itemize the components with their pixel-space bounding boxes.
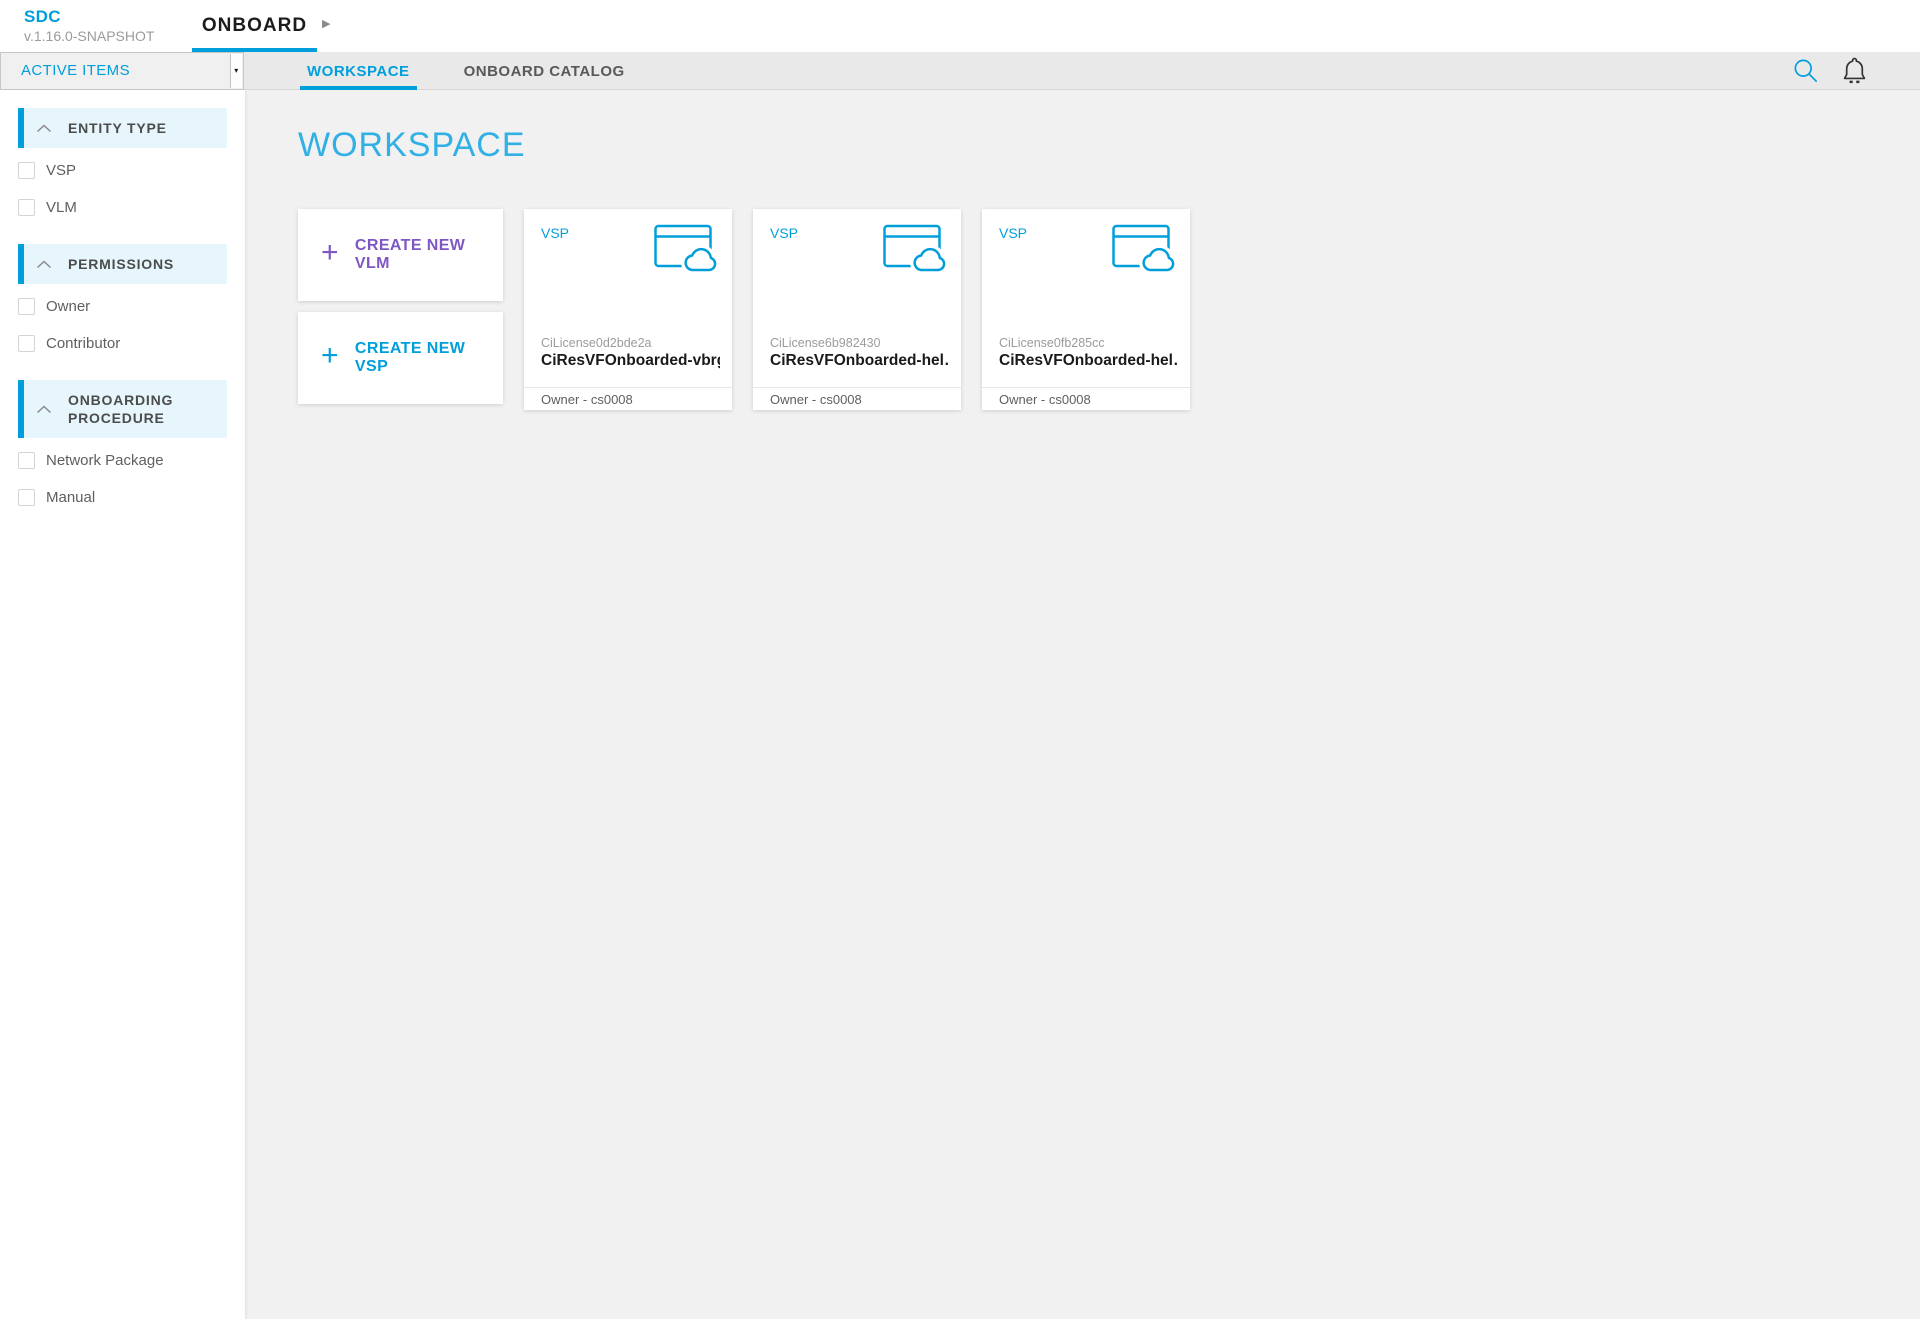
- vsp-name: CiResVFOnboarded-vbrg…: [541, 352, 720, 370]
- create-buttons-column: + CREATE NEW VLM + CREATE NEW VSP: [298, 209, 503, 404]
- filter-section-header-permissions[interactable]: PERMISSIONS: [18, 244, 227, 284]
- filter-checkbox-network-package[interactable]: Network Package: [18, 442, 227, 479]
- tab-active-underline: [192, 48, 317, 52]
- vsp-cloud-icon: [883, 222, 947, 274]
- create-new-vsp-button[interactable]: + CREATE NEW VSP: [298, 312, 503, 404]
- entity-type-badge: VSP: [541, 222, 569, 274]
- filter-item-label: Owner: [46, 298, 90, 315]
- filter-checkbox-vsp[interactable]: VSP: [18, 152, 227, 189]
- filter-section-title: PERMISSIONS: [68, 255, 174, 273]
- filter-item-label: VLM: [46, 199, 77, 216]
- app-header: SDC v.1.16.0-SNAPSHOT ONBOARD ▶: [0, 0, 1920, 52]
- checkbox-unchecked[interactable]: [18, 335, 35, 352]
- active-items-dropdown[interactable]: ACTIVE ITEMS ▾: [0, 52, 244, 90]
- checkbox-unchecked[interactable]: [18, 162, 35, 179]
- filter-section-title: ENTITY TYPE: [68, 119, 167, 137]
- plus-icon: +: [321, 341, 339, 371]
- checkbox-unchecked[interactable]: [18, 298, 35, 315]
- create-vlm-label: CREATE NEW VLM: [355, 237, 503, 273]
- page-title: WORKSPACE: [298, 126, 1920, 165]
- vsp-license: CiLicense0d2bde2a: [541, 336, 720, 350]
- workspace-main: WORKSPACE + CREATE NEW VLM + CREATE NEW …: [245, 90, 1920, 1319]
- vsp-name: CiResVFOnboarded-hel…: [770, 352, 949, 370]
- vsp-license: CiLicense6b982430: [770, 336, 949, 350]
- vsp-card-header: VSP: [524, 209, 732, 274]
- filter-item-label: Manual: [46, 489, 95, 506]
- filter-item-label: Network Package: [46, 452, 164, 469]
- logo-version: v.1.16.0-SNAPSHOT: [24, 28, 154, 44]
- filter-item-label: VSP: [46, 162, 76, 179]
- logo-title: SDC: [24, 7, 154, 27]
- vsp-card-header: VSP: [982, 209, 1190, 274]
- cards-grid: + CREATE NEW VLM + CREATE NEW VSP VSP: [298, 209, 1920, 410]
- breadcrumb-arrow-icon[interactable]: ▶: [322, 17, 330, 30]
- filter-section-entity-type: ENTITY TYPE VSP VLM: [0, 108, 245, 226]
- vsp-card[interactable]: VSP CiLicense0d2bde2a CiResVFOnboarded-v…: [524, 209, 732, 410]
- entity-type-badge: VSP: [770, 222, 798, 274]
- vsp-owner: Owner - cs0008: [524, 387, 732, 410]
- filter-sidebar: ENTITY TYPE VSP VLM PERMISSIONS Owner: [0, 90, 245, 1319]
- chevron-up-icon: [36, 124, 52, 133]
- vsp-card-info: CiLicense0fb285cc CiResVFOnboarded-hel…: [999, 336, 1178, 370]
- filter-toolbar: ACTIVE ITEMS ▾ WORKSPACE ONBOARD CATALOG: [0, 52, 1920, 90]
- vsp-card-header: VSP: [753, 209, 961, 274]
- vsp-card-info: CiLicense0d2bde2a CiResVFOnboarded-vbrg…: [541, 336, 720, 370]
- filter-section-header-onboarding-procedure[interactable]: ONBOARDING PROCEDURE: [18, 380, 227, 438]
- workspace-tabs: WORKSPACE ONBOARD CATALOG: [300, 52, 632, 90]
- filter-section-onboarding-procedure: ONBOARDING PROCEDURE Network Package Man…: [0, 380, 245, 516]
- chevron-up-icon: [36, 260, 52, 269]
- vsp-license: CiLicense0fb285cc: [999, 336, 1178, 350]
- notifications-bell-icon[interactable]: [1841, 56, 1868, 85]
- chevron-up-icon: [36, 405, 52, 414]
- vsp-card[interactable]: VSP CiLicense0fb285cc CiResVFOnboarded-h…: [982, 209, 1190, 410]
- search-icon[interactable]: [1792, 57, 1819, 84]
- vsp-card[interactable]: VSP CiLicense6b982430 CiResVFOnboarded-h…: [753, 209, 961, 410]
- sdc-logo[interactable]: SDC v.1.16.0-SNAPSHOT: [24, 7, 154, 44]
- filter-section-title: ONBOARDING PROCEDURE: [68, 391, 219, 427]
- vsp-cloud-icon: [1112, 222, 1176, 274]
- entity-type-badge: VSP: [999, 222, 1027, 274]
- tab-onboard-catalog[interactable]: ONBOARD CATALOG: [457, 52, 632, 90]
- vsp-card-info: CiLicense6b982430 CiResVFOnboarded-hel…: [770, 336, 949, 370]
- filter-checkbox-vlm[interactable]: VLM: [18, 189, 227, 226]
- vsp-owner: Owner - cs0008: [753, 387, 961, 410]
- sdc-app: SDC v.1.16.0-SNAPSHOT ONBOARD ▶ ACTIVE I…: [0, 0, 1920, 1319]
- create-new-vlm-button[interactable]: + CREATE NEW VLM: [298, 209, 503, 301]
- checkbox-unchecked[interactable]: [18, 489, 35, 506]
- filter-checkbox-contributor[interactable]: Contributor: [18, 325, 227, 362]
- filter-item-label: Contributor: [46, 335, 120, 352]
- filter-checkbox-owner[interactable]: Owner: [18, 288, 227, 325]
- vsp-name: CiResVFOnboarded-hel…: [999, 352, 1178, 370]
- active-items-label: ACTIVE ITEMS: [21, 62, 130, 79]
- vsp-cloud-icon: [654, 222, 718, 274]
- tab-onboard[interactable]: ONBOARD: [192, 0, 317, 52]
- vsp-owner: Owner - cs0008: [982, 387, 1190, 410]
- filter-section-permissions: PERMISSIONS Owner Contributor: [0, 244, 245, 362]
- tab-onboard-label: ONBOARD: [202, 15, 307, 37]
- filter-section-header-entity-type[interactable]: ENTITY TYPE: [18, 108, 227, 148]
- filter-checkbox-manual[interactable]: Manual: [18, 479, 227, 516]
- create-vsp-label: CREATE NEW VSP: [355, 340, 503, 376]
- plus-icon: +: [321, 238, 339, 268]
- toolbar-icons: [1792, 56, 1868, 85]
- checkbox-unchecked[interactable]: [18, 199, 35, 216]
- tab-workspace[interactable]: WORKSPACE: [300, 52, 417, 90]
- checkbox-unchecked[interactable]: [18, 452, 35, 469]
- dropdown-arrow-icon[interactable]: ▾: [230, 54, 242, 88]
